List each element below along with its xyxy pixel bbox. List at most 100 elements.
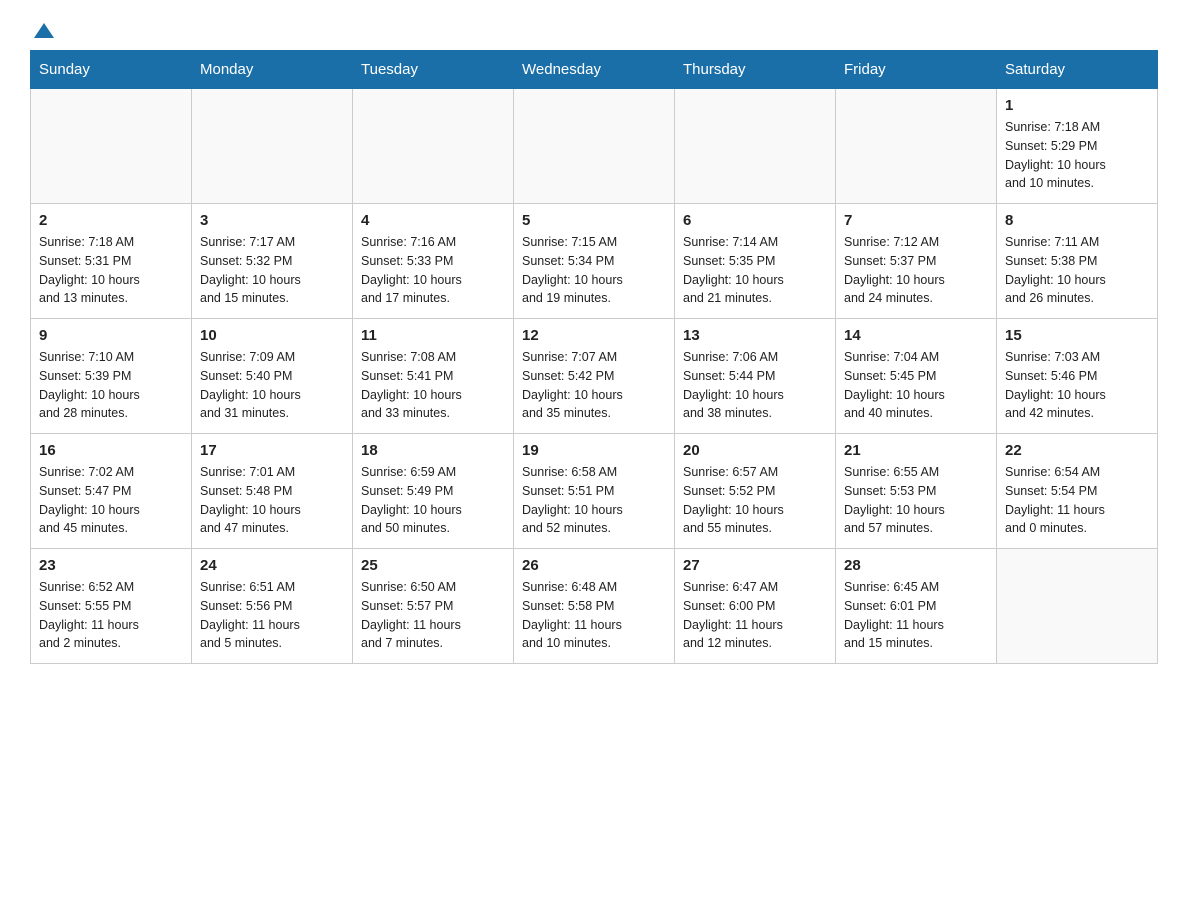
calendar-day-cell: 28 Sunrise: 6:45 AM Sunset: 6:01 PM Dayli… bbox=[836, 549, 997, 664]
day-number: 1 bbox=[1005, 97, 1149, 114]
day-info: Sunrise: 6:54 AM Sunset: 5:54 PM Dayligh… bbox=[1005, 463, 1149, 538]
calendar-day-cell: 16 Sunrise: 7:02 AM Sunset: 5:47 PM Dayli… bbox=[31, 434, 192, 549]
day-info: Sunrise: 7:02 AM Sunset: 5:47 PM Dayligh… bbox=[39, 463, 183, 538]
day-info: Sunrise: 6:52 AM Sunset: 5:55 PM Dayligh… bbox=[39, 578, 183, 653]
day-info: Sunrise: 7:16 AM Sunset: 5:33 PM Dayligh… bbox=[361, 233, 505, 308]
day-number: 8 bbox=[1005, 212, 1149, 229]
weekday-header-tuesday: Tuesday bbox=[353, 51, 514, 89]
day-number: 12 bbox=[522, 327, 666, 344]
calendar-day-cell: 26 Sunrise: 6:48 AM Sunset: 5:58 PM Dayli… bbox=[514, 549, 675, 664]
weekday-header-wednesday: Wednesday bbox=[514, 51, 675, 89]
day-info: Sunrise: 6:58 AM Sunset: 5:51 PM Dayligh… bbox=[522, 463, 666, 538]
weekday-header-sunday: Sunday bbox=[31, 51, 192, 89]
day-info: Sunrise: 7:09 AM Sunset: 5:40 PM Dayligh… bbox=[200, 348, 344, 423]
calendar-day-cell bbox=[353, 89, 514, 204]
calendar-day-cell: 25 Sunrise: 6:50 AM Sunset: 5:57 PM Dayli… bbox=[353, 549, 514, 664]
day-number: 9 bbox=[39, 327, 183, 344]
day-number: 21 bbox=[844, 442, 988, 459]
day-number: 13 bbox=[683, 327, 827, 344]
calendar-day-cell: 14 Sunrise: 7:04 AM Sunset: 5:45 PM Dayli… bbox=[836, 319, 997, 434]
calendar-week-row: 16 Sunrise: 7:02 AM Sunset: 5:47 PM Dayli… bbox=[31, 434, 1158, 549]
calendar-day-cell: 6 Sunrise: 7:14 AM Sunset: 5:35 PM Daylig… bbox=[675, 204, 836, 319]
day-info: Sunrise: 6:59 AM Sunset: 5:49 PM Dayligh… bbox=[361, 463, 505, 538]
day-number: 18 bbox=[361, 442, 505, 459]
calendar-day-cell: 20Sunrise: 6:57 AM Sunset: 5:52 PM Dayli… bbox=[675, 434, 836, 549]
calendar-header: SundayMondayTuesdayWednesdayThursdayFrid… bbox=[31, 51, 1158, 89]
day-info: Sunrise: 7:08 AM Sunset: 5:41 PM Dayligh… bbox=[361, 348, 505, 423]
day-number: 16 bbox=[39, 442, 183, 459]
weekday-header-thursday: Thursday bbox=[675, 51, 836, 89]
calendar-day-cell: 1Sunrise: 7:18 AM Sunset: 5:29 PM Daylig… bbox=[997, 89, 1158, 204]
day-info: Sunrise: 7:06 AM Sunset: 5:44 PM Dayligh… bbox=[683, 348, 827, 423]
day-number: 22 bbox=[1005, 442, 1149, 459]
calendar-day-cell bbox=[675, 89, 836, 204]
day-info: Sunrise: 7:11 AM Sunset: 5:38 PM Dayligh… bbox=[1005, 233, 1149, 308]
calendar-day-cell bbox=[192, 89, 353, 204]
day-number: 28 bbox=[844, 557, 988, 574]
logo bbox=[30, 20, 56, 40]
day-number: 24 bbox=[200, 557, 344, 574]
day-info: Sunrise: 6:50 AM Sunset: 5:57 PM Dayligh… bbox=[361, 578, 505, 653]
calendar-day-cell: 11 Sunrise: 7:08 AM Sunset: 5:41 PM Dayli… bbox=[353, 319, 514, 434]
calendar-week-row: 9 Sunrise: 7:10 AM Sunset: 5:39 PM Daylig… bbox=[31, 319, 1158, 434]
day-number: 23 bbox=[39, 557, 183, 574]
day-info: Sunrise: 7:07 AM Sunset: 5:42 PM Dayligh… bbox=[522, 348, 666, 423]
day-number: 3 bbox=[200, 212, 344, 229]
calendar-day-cell: 9 Sunrise: 7:10 AM Sunset: 5:39 PM Daylig… bbox=[31, 319, 192, 434]
calendar-day-cell: 13 Sunrise: 7:06 AM Sunset: 5:44 PM Dayli… bbox=[675, 319, 836, 434]
weekday-header-saturday: Saturday bbox=[997, 51, 1158, 89]
weekday-header-friday: Friday bbox=[836, 51, 997, 89]
day-info: Sunrise: 6:47 AM Sunset: 6:00 PM Dayligh… bbox=[683, 578, 827, 653]
day-number: 14 bbox=[844, 327, 988, 344]
calendar-body: 1Sunrise: 7:18 AM Sunset: 5:29 PM Daylig… bbox=[31, 89, 1158, 664]
day-info: Sunrise: 6:48 AM Sunset: 5:58 PM Dayligh… bbox=[522, 578, 666, 653]
calendar-day-cell: 22 Sunrise: 6:54 AM Sunset: 5:54 PM Dayli… bbox=[997, 434, 1158, 549]
day-number: 4 bbox=[361, 212, 505, 229]
calendar-day-cell: 24 Sunrise: 6:51 AM Sunset: 5:56 PM Dayli… bbox=[192, 549, 353, 664]
calendar-day-cell: 23 Sunrise: 6:52 AM Sunset: 5:55 PM Dayli… bbox=[31, 549, 192, 664]
calendar-day-cell: 4 Sunrise: 7:16 AM Sunset: 5:33 PM Daylig… bbox=[353, 204, 514, 319]
calendar-day-cell bbox=[836, 89, 997, 204]
day-number: 6 bbox=[683, 212, 827, 229]
calendar-day-cell: 7Sunrise: 7:12 AM Sunset: 5:37 PM Daylig… bbox=[836, 204, 997, 319]
calendar-day-cell: 17 Sunrise: 7:01 AM Sunset: 5:48 PM Dayli… bbox=[192, 434, 353, 549]
day-info: Sunrise: 6:45 AM Sunset: 6:01 PM Dayligh… bbox=[844, 578, 988, 653]
day-info: Sunrise: 7:04 AM Sunset: 5:45 PM Dayligh… bbox=[844, 348, 988, 423]
calendar-day-cell: 21Sunrise: 6:55 AM Sunset: 5:53 PM Dayli… bbox=[836, 434, 997, 549]
weekday-header-monday: Monday bbox=[192, 51, 353, 89]
calendar-day-cell: 18 Sunrise: 6:59 AM Sunset: 5:49 PM Dayli… bbox=[353, 434, 514, 549]
day-info: Sunrise: 7:10 AM Sunset: 5:39 PM Dayligh… bbox=[39, 348, 183, 423]
day-number: 17 bbox=[200, 442, 344, 459]
day-number: 15 bbox=[1005, 327, 1149, 344]
day-number: 25 bbox=[361, 557, 505, 574]
calendar-day-cell: 8 Sunrise: 7:11 AM Sunset: 5:38 PM Daylig… bbox=[997, 204, 1158, 319]
calendar-day-cell: 15Sunrise: 7:03 AM Sunset: 5:46 PM Dayli… bbox=[997, 319, 1158, 434]
calendar-day-cell: 19 Sunrise: 6:58 AM Sunset: 5:51 PM Dayli… bbox=[514, 434, 675, 549]
calendar-week-row: 23 Sunrise: 6:52 AM Sunset: 5:55 PM Dayli… bbox=[31, 549, 1158, 664]
day-info: Sunrise: 7:15 AM Sunset: 5:34 PM Dayligh… bbox=[522, 233, 666, 308]
calendar-day-cell bbox=[514, 89, 675, 204]
calendar-week-row: 2Sunrise: 7:18 AM Sunset: 5:31 PM Daylig… bbox=[31, 204, 1158, 319]
day-number: 10 bbox=[200, 327, 344, 344]
day-number: 27 bbox=[683, 557, 827, 574]
day-info: Sunrise: 6:51 AM Sunset: 5:56 PM Dayligh… bbox=[200, 578, 344, 653]
weekday-header-row: SundayMondayTuesdayWednesdayThursdayFrid… bbox=[31, 51, 1158, 89]
calendar-day-cell: 10 Sunrise: 7:09 AM Sunset: 5:40 PM Dayli… bbox=[192, 319, 353, 434]
calendar-day-cell: 12 Sunrise: 7:07 AM Sunset: 5:42 PM Dayli… bbox=[514, 319, 675, 434]
day-info: Sunrise: 7:12 AM Sunset: 5:37 PM Dayligh… bbox=[844, 233, 988, 308]
calendar-day-cell: 5 Sunrise: 7:15 AM Sunset: 5:34 PM Daylig… bbox=[514, 204, 675, 319]
day-info: Sunrise: 7:01 AM Sunset: 5:48 PM Dayligh… bbox=[200, 463, 344, 538]
calendar-day-cell bbox=[31, 89, 192, 204]
day-info: Sunrise: 7:14 AM Sunset: 5:35 PM Dayligh… bbox=[683, 233, 827, 308]
day-info: Sunrise: 6:57 AM Sunset: 5:52 PM Dayligh… bbox=[683, 463, 827, 538]
calendar-table: SundayMondayTuesdayWednesdayThursdayFrid… bbox=[30, 50, 1158, 664]
day-number: 11 bbox=[361, 327, 505, 344]
day-number: 19 bbox=[522, 442, 666, 459]
day-number: 26 bbox=[522, 557, 666, 574]
day-info: Sunrise: 7:17 AM Sunset: 5:32 PM Dayligh… bbox=[200, 233, 344, 308]
day-number: 5 bbox=[522, 212, 666, 229]
calendar-day-cell: 2Sunrise: 7:18 AM Sunset: 5:31 PM Daylig… bbox=[31, 204, 192, 319]
calendar-day-cell: 27 Sunrise: 6:47 AM Sunset: 6:00 PM Dayli… bbox=[675, 549, 836, 664]
calendar-week-row: 1Sunrise: 7:18 AM Sunset: 5:29 PM Daylig… bbox=[31, 89, 1158, 204]
page-header bbox=[30, 20, 1158, 40]
